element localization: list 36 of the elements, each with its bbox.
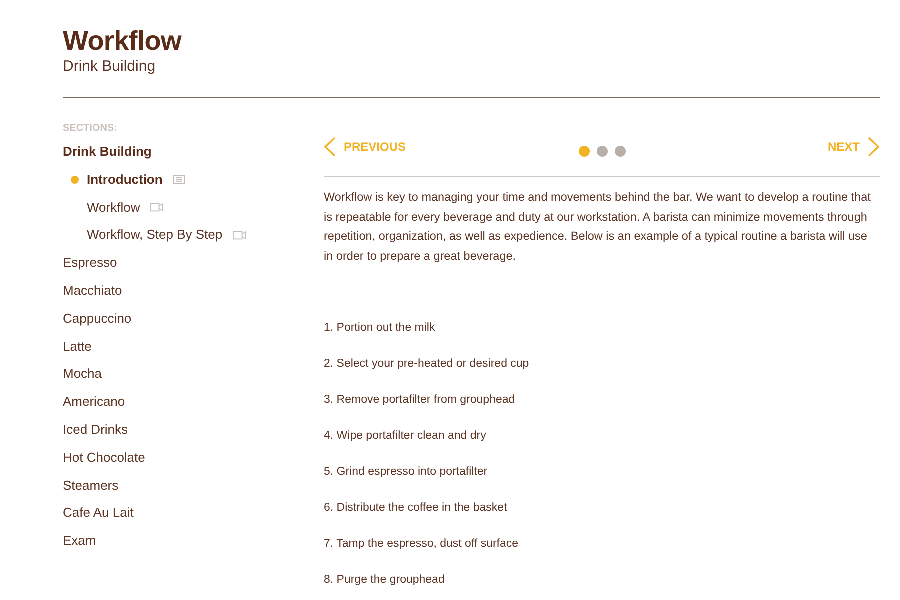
sidebar-item[interactable]: Hot Chocolate [63,444,146,472]
sidebar-item[interactable]: Macchiato [63,276,122,305]
step-text: 3. Remove portafilter from grouphead [324,393,516,408]
sidebar-subitem[interactable]: Workflow, Step By Step [87,221,246,250]
chevron-right-icon [868,137,880,157]
sections-heading: SECTIONS: [63,122,118,136]
chevron-left-icon [324,137,336,157]
step-text: 8. Purge the grouphead [324,573,445,588]
page-dot-icon[interactable] [596,146,608,156]
sidebar-item[interactable]: Mocha [63,360,102,388]
sidebar-item[interactable]: Americano [63,388,126,416]
step-text: 4. Wipe portafilter clean and dry [324,429,486,444]
sidebar-item[interactable]: Latte [63,332,92,360]
sidebar-subitem[interactable]: Workflow [87,194,164,222]
document-icon [172,175,186,184]
step-text: 1. Portion out the milk [324,321,436,336]
page-dot-icon[interactable] [614,146,626,156]
intro-paragraph: Workflow is key to managing your time and movements behind the bar. We want to develop a routine that is repeatable for every beverage and duty at our workstation. A barista can minimize movements through repetition, organization, as well as expedience. Below is an example of a typical routine a barista will use in order to prepare a great beverage. [324,190,872,264]
sidebar-item[interactable]: Exam [63,527,96,555]
video-camera-icon [150,202,164,212]
step-text: 5. Grind espresso into portafilter [324,465,488,480]
current-dot-icon [71,176,79,184]
sidebar-subitem[interactable]: Introduction [87,166,186,194]
page-title: Workflow [63,26,182,56]
sidebar-item[interactable]: Espresso [63,249,118,277]
step-text: 7. Tamp the espresso, dust off surface [324,537,519,552]
step-text: 2. Select your pre-heated or desired cup [324,357,530,372]
page-subtitle: Drink Building [63,58,156,76]
sidebar-item[interactable]: Steamers [63,472,119,500]
sidebar-item[interactable]: Iced Drinks [63,416,128,444]
page-dot-icon[interactable] [578,146,590,156]
video-camera-icon [232,230,246,240]
sidebar-item[interactable]: Cafe Au Lait [63,499,134,528]
step-text: 6. Distribute the coffee in the basket [324,501,508,516]
sidebar-item[interactable]: Drink Building [63,138,152,166]
sidebar-item[interactable]: Cappuccino [63,304,132,333]
